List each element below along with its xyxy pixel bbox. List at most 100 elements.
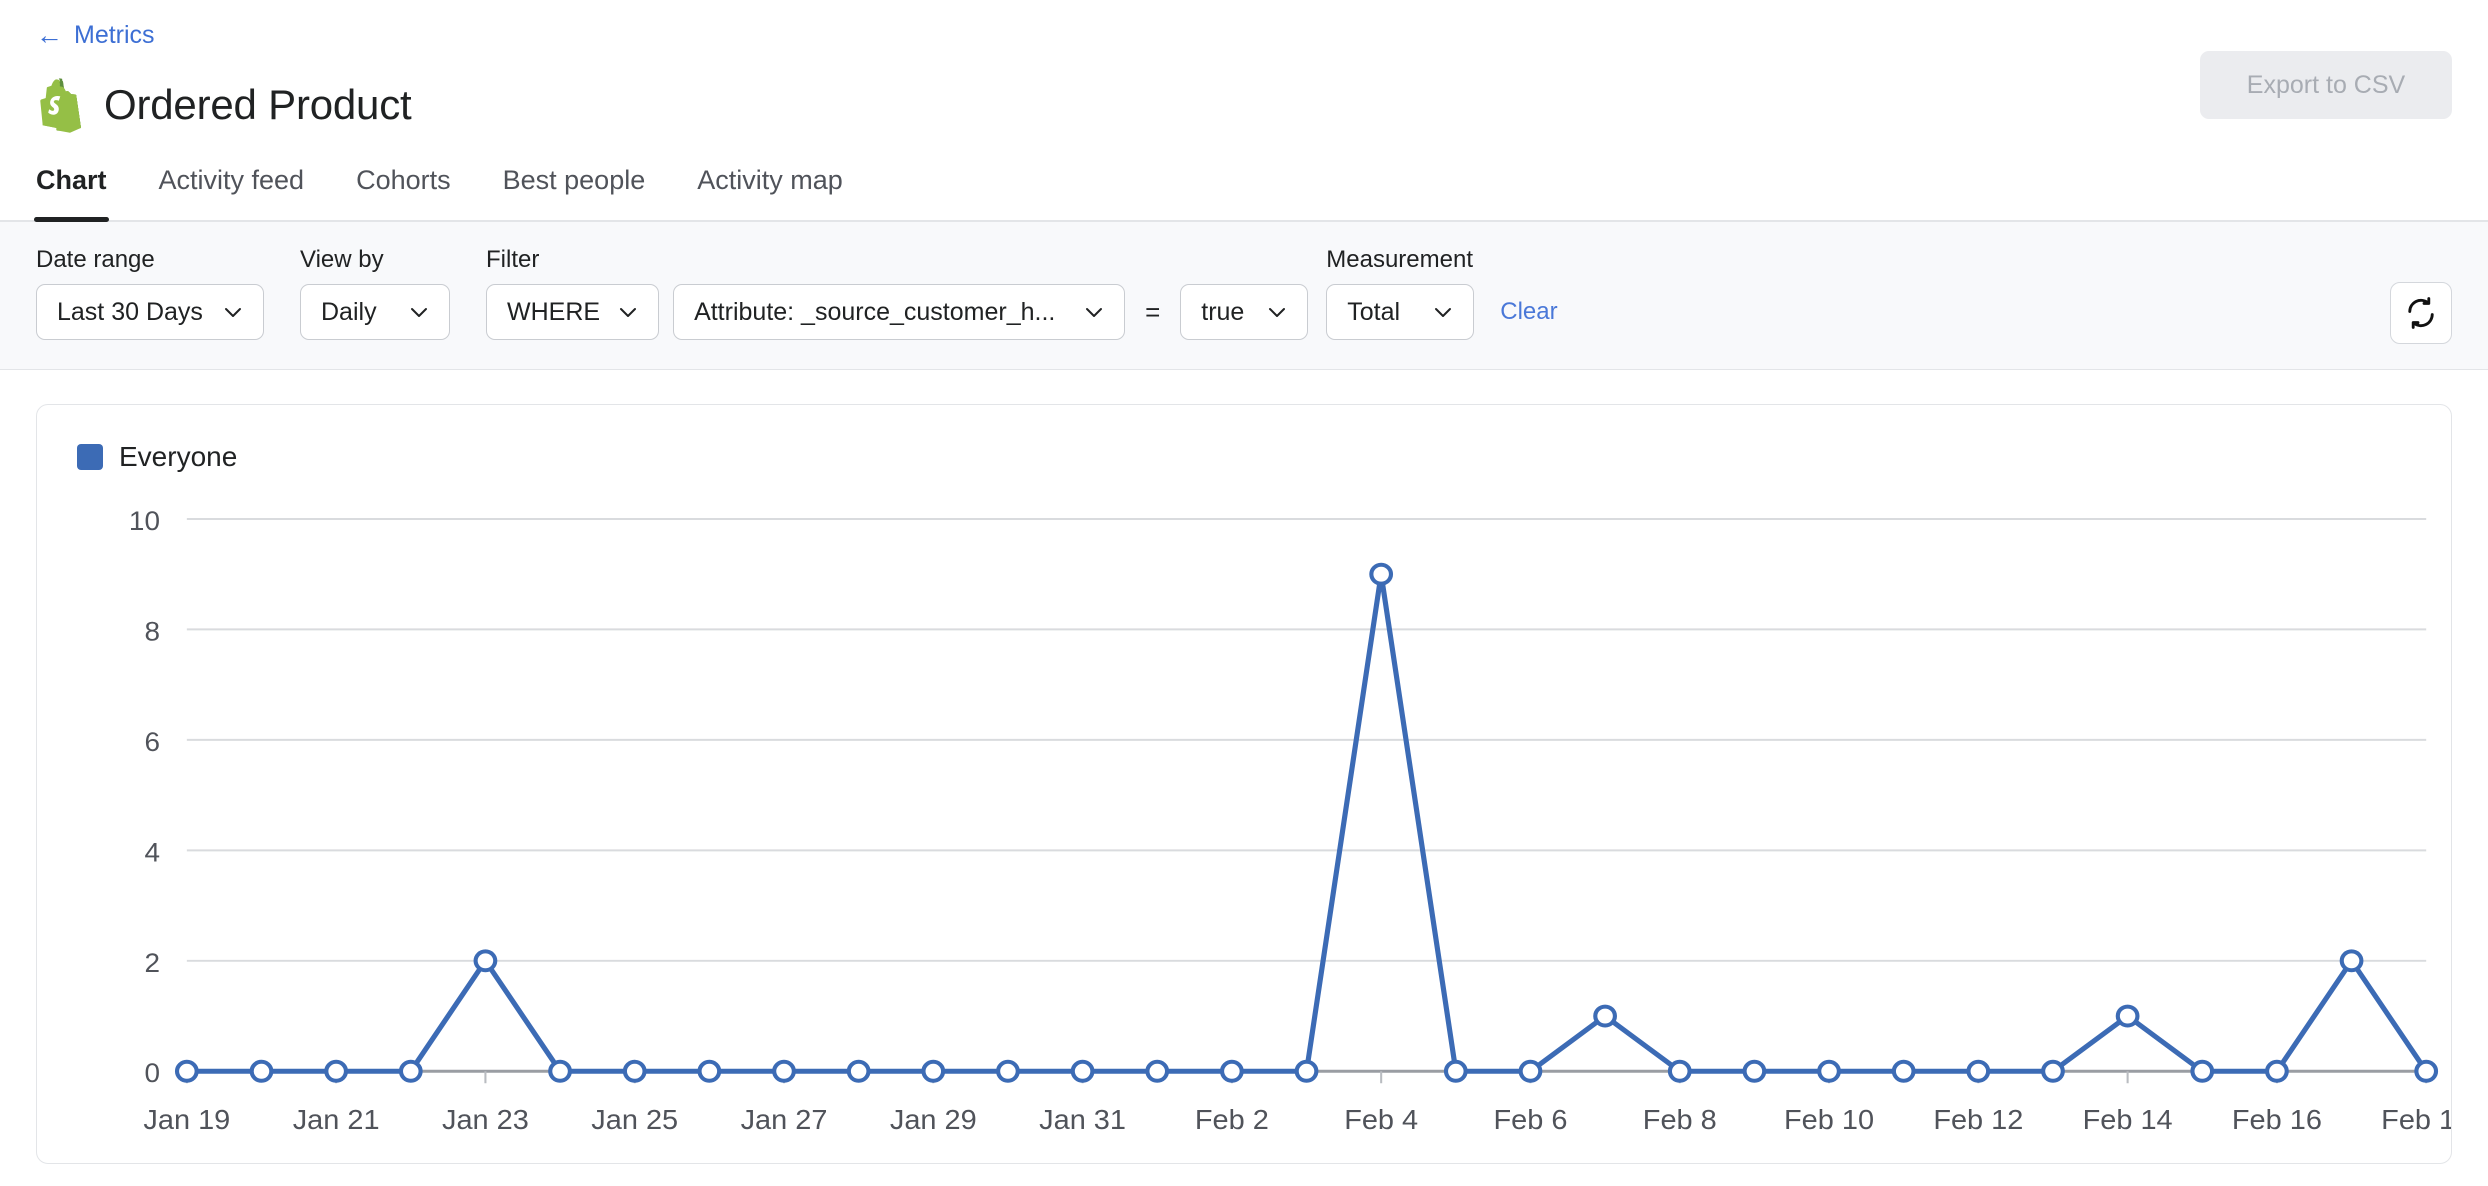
tab-chart[interactable]: Chart [34, 167, 109, 222]
x-axis-tick: Feb 2 [1195, 1105, 1269, 1136]
data-point [1294, 1059, 1319, 1083]
refresh-button[interactable] [2390, 282, 2452, 344]
metric-detail-page: ← Metrics Ordered Product Export to CSV [0, 0, 2488, 1186]
data-point [2414, 1059, 2439, 1083]
view-by-group: View by Daily [300, 248, 450, 340]
measurement-label: Measurement [1326, 246, 1473, 273]
data-point [174, 1059, 199, 1083]
chart-legend: Everyone [77, 441, 2411, 473]
page-title: Ordered Product [104, 81, 412, 128]
filter-comparator: = [1145, 296, 1161, 327]
data-point [324, 1059, 349, 1083]
tab-best-people[interactable]: Best people [503, 167, 646, 220]
x-axis-tick: Jan 27 [741, 1105, 828, 1136]
filter-attribute-select[interactable]: Attribute: _source_customer_h... [673, 284, 1126, 340]
data-point [548, 1059, 572, 1083]
data-point [2265, 1059, 2289, 1083]
x-axis-tick: Feb 14 [2083, 1105, 2173, 1136]
x-axis-tick: Feb 16 [2232, 1105, 2322, 1136]
data-point [2041, 1059, 2065, 1083]
chevron-down-icon [411, 308, 427, 317]
chevron-down-icon [225, 308, 241, 317]
data-point [2115, 1004, 2140, 1028]
chart-plot-area: 0 2 4 6 8 10 Jan 19 Jan 21 Jan 23 Jan 25 Jan 27 Jan… [37, 501, 2451, 1163]
data-point [1593, 1004, 1617, 1028]
data-point [996, 1059, 1020, 1083]
x-axis-tick: Jan 23 [442, 1105, 529, 1136]
filter-value: true [1201, 297, 1245, 326]
view-by-select[interactable]: Daily [300, 284, 450, 340]
title-row: Ordered Product [36, 77, 2488, 133]
data-point [398, 1059, 423, 1083]
x-axis-tick: Feb 6 [1493, 1105, 1567, 1136]
clear-filters-link[interactable]: Clear [1500, 298, 1557, 326]
filter-value-select[interactable]: true [1180, 284, 1309, 340]
data-point [1817, 1059, 1841, 1083]
x-axis-tick: Feb 8 [1643, 1105, 1717, 1136]
date-range-select[interactable]: Last 30 Days [36, 284, 264, 340]
x-axis-tick: Jan 29 [890, 1105, 977, 1136]
y-axis-tick: 10 [129, 505, 160, 535]
measurement-select[interactable]: Total [1326, 284, 1475, 340]
y-axis-tick: 0 [144, 1058, 160, 1088]
x-axis-tick: Jan 21 [293, 1105, 380, 1136]
filter-operator-value: WHERE [507, 297, 601, 326]
date-range-group: Date range Last 30 Days [36, 248, 264, 340]
data-point [1219, 1059, 1244, 1083]
tab-activity-feed[interactable]: Activity feed [159, 167, 305, 220]
view-by-value: Daily [321, 297, 377, 326]
x-axis-tick: Feb 12 [1933, 1105, 2023, 1136]
chevron-down-icon [1086, 308, 1103, 317]
legend-label-everyone: Everyone [119, 441, 238, 472]
x-axis-tick: Jan 25 [591, 1105, 678, 1136]
data-point [1369, 562, 1394, 586]
measurement-value: Total [1347, 297, 1401, 326]
x-axis-tick: Jan 31 [1039, 1105, 1126, 1136]
chevron-down-icon [620, 308, 637, 317]
shopify-logo-icon [36, 77, 82, 133]
data-point [473, 949, 498, 973]
page-header: ← Metrics Ordered Product Export to CSV [0, 0, 2488, 133]
y-axis-tick: 8 [144, 616, 160, 646]
data-point [2190, 1059, 2215, 1083]
data-point [1966, 1059, 1991, 1083]
legend-swatch-everyone[interactable] [77, 444, 103, 470]
measurement-group: Measurement Total [1326, 246, 1475, 340]
back-link-label: Metrics [74, 21, 155, 49]
x-axis-tick: Feb 4 [1344, 1105, 1418, 1136]
chevron-down-icon [1269, 308, 1286, 317]
filter-attribute-value: Attribute: _source_customer_h... [694, 297, 1056, 326]
x-axis-tick: Feb 18 [2381, 1105, 2451, 1136]
view-by-label: View by [300, 246, 384, 273]
export-to-csv-button[interactable]: Export to CSV [2200, 51, 2452, 119]
y-axis-tick: 2 [144, 947, 160, 977]
data-point [846, 1059, 871, 1083]
filter-groups: Date range Last 30 Days View by Daily Fi… [36, 248, 2452, 340]
arrow-left-icon: ← [36, 20, 63, 50]
filter-label: Filter [486, 246, 540, 273]
filter-operator-select[interactable]: WHERE [486, 284, 660, 340]
data-point [2339, 949, 2364, 973]
back-to-metrics-link[interactable]: ← Metrics [36, 22, 155, 49]
data-point [1518, 1059, 1543, 1083]
date-range-value: Last 30 Days [57, 297, 203, 326]
tab-cohorts[interactable]: Cohorts [356, 167, 451, 220]
refresh-icon [2408, 297, 2434, 329]
data-point [1891, 1059, 1916, 1083]
date-range-label: Date range [36, 246, 155, 273]
chevron-down-icon [1435, 308, 1452, 317]
x-axis-tick: Jan 19 [143, 1105, 230, 1136]
line-chart-svg: 0 2 4 6 8 10 Jan 19 Jan 21 Jan 23 Jan 25 Jan 27 Jan… [129, 505, 2451, 1136]
tab-bar: Chart Activity feed Cohorts Best people … [0, 167, 2488, 222]
y-axis-tick: 4 [144, 837, 160, 867]
data-point [1070, 1059, 1095, 1083]
tab-activity-map[interactable]: Activity map [697, 167, 843, 220]
data-point [1145, 1059, 1170, 1083]
series-line-everyone [184, 571, 2429, 1074]
data-point [772, 1059, 796, 1083]
filter-bar: Date range Last 30 Days View by Daily Fi… [0, 222, 2488, 370]
data-point [1667, 1059, 1692, 1083]
data-point [921, 1059, 946, 1083]
data-point [1742, 1059, 1767, 1083]
x-axis-tick: Feb 10 [1784, 1105, 1874, 1136]
